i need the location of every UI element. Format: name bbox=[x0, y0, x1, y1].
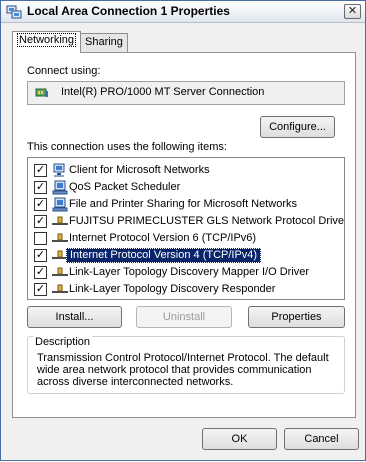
check-mark: ✓ bbox=[35, 249, 46, 261]
list-item-client-for-microsoft-networks[interactable]: ✓ Client for Microsoft Networks bbox=[28, 162, 344, 179]
list-item-ipv4[interactable]: ✓ Internet Protocol Version 4 (TCP/IPv4) bbox=[28, 247, 344, 264]
protocol-icon bbox=[52, 284, 68, 293]
check-mark: ✓ bbox=[35, 283, 46, 295]
list-item-lltd-mapper[interactable]: ✓ Link-Layer Topology Discovery Mapper I… bbox=[28, 264, 344, 281]
adapter-name: Intel(R) PRO/1000 MT Server Connection bbox=[61, 86, 265, 98]
list-item-label: Link-Layer Topology Discovery Responder bbox=[69, 283, 276, 295]
item-checkbox[interactable]: ✓ bbox=[34, 215, 47, 228]
list-item-fujitsu-gls-driver[interactable]: ✓ FUJITSU PRIMECLUSTER GLS Network Proto… bbox=[28, 213, 344, 230]
configure-button[interactable]: Configure... bbox=[260, 116, 335, 138]
network-client-icon bbox=[53, 163, 65, 177]
check-mark: ✓ bbox=[35, 164, 46, 176]
items-label: This connection uses the following items… bbox=[27, 141, 227, 153]
item-checkbox[interactable]: ✓ bbox=[34, 266, 47, 279]
check-mark: ✓ bbox=[35, 215, 46, 227]
ok-button[interactable]: OK bbox=[202, 428, 277, 450]
list-item-label: QoS Packet Scheduler bbox=[69, 181, 181, 193]
adapter-field: Intel(R) PRO/1000 MT Server Connection bbox=[27, 81, 345, 105]
list-item-ipv6[interactable]: Internet Protocol Version 6 (TCP/IPv6) bbox=[28, 230, 344, 247]
list-item-label: Internet Protocol Version 4 (TCP/IPv4) bbox=[66, 248, 262, 263]
list-item-label: Link-Layer Topology Discovery Mapper I/O… bbox=[69, 266, 310, 278]
list-item-label: File and Printer Sharing for Microsoft N… bbox=[69, 198, 298, 210]
components-list[interactable]: ✓ Client for Microsoft Networks ✓ QoS Pa… bbox=[27, 157, 345, 300]
item-checkbox[interactable]: ✓ bbox=[34, 181, 47, 194]
service-icon bbox=[52, 180, 68, 195]
uninstall-button[interactable]: Uninstall bbox=[136, 306, 232, 328]
properties-button-label: Properties bbox=[271, 311, 322, 323]
install-button-label: Install... bbox=[55, 311, 94, 323]
list-item-label: Internet Protocol Version 6 (TCP/IPv6) bbox=[69, 232, 257, 244]
item-checkbox[interactable]: ✓ bbox=[34, 164, 47, 177]
configure-button-label: Configure... bbox=[269, 121, 326, 133]
service-icon bbox=[52, 197, 68, 212]
cancel-button-label: Cancel bbox=[304, 433, 339, 445]
item-checkbox[interactable]: ✓ bbox=[34, 283, 47, 296]
list-item-label: Client for Microsoft Networks bbox=[69, 164, 210, 176]
check-mark: ✓ bbox=[35, 266, 46, 278]
item-checkbox[interactable] bbox=[34, 232, 47, 245]
protocol-icon bbox=[52, 216, 68, 225]
description-legend: Description bbox=[33, 336, 93, 348]
install-button[interactable]: Install... bbox=[27, 306, 122, 328]
connect-using-label: Connect using: bbox=[27, 65, 101, 77]
item-checkbox[interactable]: ✓ bbox=[34, 198, 47, 211]
ok-button-label: OK bbox=[231, 433, 248, 445]
list-item-qos-packet-scheduler[interactable]: ✓ QoS Packet Scheduler bbox=[28, 179, 344, 196]
properties-button[interactable]: Properties bbox=[248, 306, 345, 328]
protocol-icon bbox=[52, 267, 68, 276]
check-mark: ✓ bbox=[35, 181, 46, 193]
network-adapter-icon bbox=[35, 88, 48, 97]
protocol-icon bbox=[52, 233, 68, 242]
description-text: Transmission Control Protocol/Internet P… bbox=[37, 352, 329, 388]
list-item-file-and-printer-sharing[interactable]: ✓ File and Printer Sharing for Microsoft… bbox=[28, 196, 344, 213]
check-mark: ✓ bbox=[35, 198, 46, 210]
cancel-button[interactable]: Cancel bbox=[284, 428, 359, 450]
properties-dialog: Local Area Connection 1 Properties ✕ Net… bbox=[0, 0, 366, 461]
list-item-label: FUJITSU PRIMECLUSTER GLS Network Protoco… bbox=[69, 215, 345, 227]
list-item-lltd-responder[interactable]: ✓ Link-Layer Topology Discovery Responde… bbox=[28, 281, 344, 298]
uninstall-button-label: Uninstall bbox=[162, 311, 206, 323]
item-checkbox[interactable]: ✓ bbox=[34, 249, 47, 262]
